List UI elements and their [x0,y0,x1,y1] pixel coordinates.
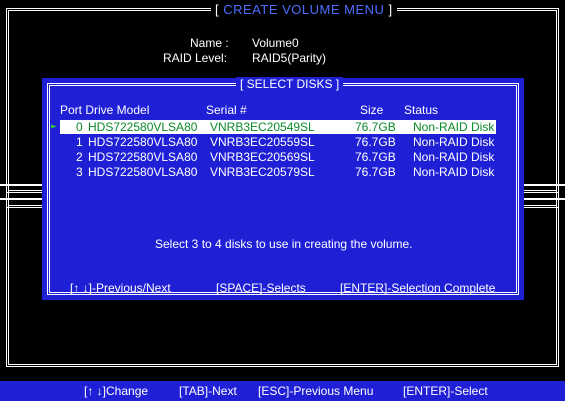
disk-size: 76.7GB [355,135,396,149]
bios-screen: [ CREATE VOLUME MENU ] Name : Volume0 RA… [0,0,565,401]
disk-model: HDS722580VLSA80 [88,135,198,149]
disk-row[interactable]: 2 HDS722580VLSA80 VNRB3EC20569SL 76.7GB … [60,150,496,164]
disk-row[interactable]: 0 HDS722580VLSA80 VNRB3EC20549SL 76.7GB … [60,120,496,134]
disk-port: 2 [76,150,83,164]
disk-size: 76.7GB [355,150,396,164]
menu-title-text: CREATE VOLUME MENU [223,2,385,17]
disk-serial: VNRB3EC20579SL [210,165,315,179]
select-instruction: Select 3 to 4 disks to use in creating t… [155,237,413,251]
bottom-key-tab: [TAB]-Next [179,384,237,398]
disk-serial: VNRB3EC20569SL [210,150,315,164]
menu-title-open: [ [215,2,224,17]
disk-model: HDS722580VLSA80 [88,165,198,179]
disk-row[interactable]: 3 HDS722580VLSA80 VNRB3EC20579SL 76.7GB … [60,165,496,179]
disk-status: Non-RAID Disk [413,120,495,134]
disk-size: 76.7GB [355,165,396,179]
bottom-key-enter: [ENTER]-Select [403,384,488,398]
right-divider [524,184,565,186]
select-disks-title: [ SELECT DISKS ] [236,77,344,91]
disk-status: Non-RAID Disk [413,165,495,179]
disk-model: HDS722580VLSA80 [88,150,198,164]
column-size: Size [360,103,384,117]
disk-status: Non-RAID Disk [413,150,495,164]
left-divider [0,184,42,186]
disk-port: 3 [76,165,83,179]
disk-row[interactable]: 1 HDS722580VLSA80 VNRB3EC20559SL 76.7GB … [60,135,496,149]
key-enter-complete: [ENTER]-Selection Complete [340,281,496,295]
bottom-key-change: [↑ ↓]Change [84,384,149,398]
disk-port: 0 [76,120,83,134]
row-cursor-icon: ► [51,121,58,132]
menu-title-close: ] [384,2,393,17]
disk-status: Non-RAID Disk [413,135,495,149]
raid-level-value: RAID5(Parity) [252,51,327,65]
disk-size: 76.7GB [355,120,396,134]
bottom-key-bar: [↑ ↓]Change [TAB]-Next [ESC]-Previous Me… [0,381,565,401]
key-navigate: [↑ ↓]-Previous/Next [70,281,171,295]
disk-serial: VNRB3EC20549SL [210,120,315,134]
volume-name-value: Volume0 [252,36,299,50]
raid-level-label: RAID Level: [163,51,228,65]
column-status: Status [404,103,439,117]
disk-model: HDS722580VLSA80 [88,120,198,134]
disk-serial: VNRB3EC20559SL [210,135,315,149]
bottom-key-esc: [ESC]-Previous Menu [258,384,374,398]
menu-title: [ CREATE VOLUME MENU ] [211,2,397,17]
volume-name-label: Name : [190,36,229,50]
key-space-select: [SPACE]-Selects [216,281,306,295]
disk-port: 1 [76,135,83,149]
column-serial: Serial # [206,103,247,117]
column-port-model: Port Drive Model [60,103,150,117]
